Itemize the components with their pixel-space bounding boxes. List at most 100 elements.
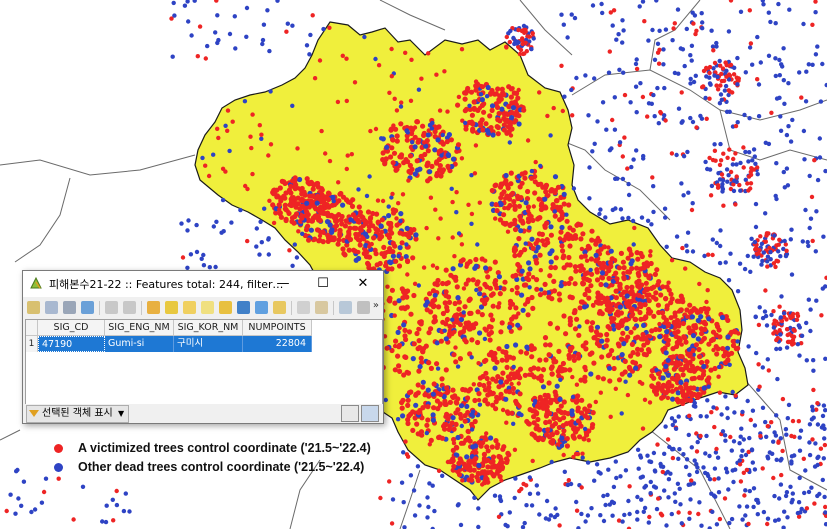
other-dead-point bbox=[559, 224, 565, 231]
victimized-point bbox=[553, 255, 559, 261]
victimized-point bbox=[195, 54, 200, 59]
row-number[interactable]: 1 bbox=[26, 336, 38, 352]
save-icon[interactable] bbox=[63, 301, 76, 314]
other-dead-point bbox=[534, 483, 539, 488]
paste-icon[interactable] bbox=[315, 301, 328, 314]
select-all-icon[interactable] bbox=[147, 301, 160, 314]
victimized-point bbox=[620, 330, 626, 336]
victimized-point bbox=[424, 422, 430, 428]
cell-sig-eng-nm[interactable]: Gumi-si bbox=[105, 336, 174, 352]
victimized-point bbox=[604, 331, 610, 338]
victimized-point bbox=[773, 264, 778, 270]
victimized-point bbox=[493, 202, 499, 208]
column-header-numpoints[interactable]: NUMPOINTS bbox=[243, 320, 312, 336]
other-dead-point bbox=[547, 250, 553, 257]
victimized-point bbox=[690, 356, 696, 362]
victimized-point bbox=[451, 352, 457, 358]
other-dead-point bbox=[214, 219, 219, 224]
other-dead-point bbox=[558, 377, 563, 382]
victimized-point bbox=[454, 319, 461, 325]
form-view-icon[interactable] bbox=[341, 405, 359, 422]
other-dead-point bbox=[676, 106, 682, 111]
other-dead-point bbox=[746, 159, 751, 164]
feature-filter-button[interactable]: 선택된 객체 표시 ▼ bbox=[26, 405, 130, 423]
attribute-table-window[interactable]: 피해본수21-22 :: Features total: 244, filter… bbox=[22, 270, 384, 424]
other-dead-point bbox=[735, 339, 740, 344]
add-feature-icon[interactable] bbox=[105, 301, 118, 314]
move-selection-top-icon[interactable] bbox=[237, 301, 250, 314]
victimized-point bbox=[342, 223, 348, 229]
other-dead-point bbox=[693, 73, 698, 79]
victimized-point bbox=[622, 369, 628, 375]
victimized-point bbox=[504, 220, 509, 226]
reload-icon[interactable] bbox=[81, 301, 94, 314]
other-dead-point bbox=[739, 454, 744, 459]
column-header-sig-eng-nm[interactable]: SIG_ENG_NM bbox=[105, 320, 174, 336]
victimized-point bbox=[335, 99, 341, 105]
other-dead-point bbox=[728, 251, 733, 256]
victimized-point bbox=[621, 265, 627, 271]
victimized-point bbox=[434, 282, 440, 288]
other-dead-point bbox=[755, 34, 760, 40]
other-dead-point bbox=[783, 427, 789, 432]
cell-sig-cd[interactable]: 47190 bbox=[38, 336, 105, 352]
victimized-point bbox=[812, 501, 817, 506]
victimized-point bbox=[455, 102, 461, 108]
maximize-button[interactable]: ☐ bbox=[303, 271, 343, 297]
select-expression-icon[interactable] bbox=[165, 301, 178, 314]
corner-header[interactable] bbox=[26, 320, 38, 336]
table-view-icon[interactable] bbox=[361, 405, 379, 422]
column-header-sig-cd[interactable]: SIG_CD bbox=[38, 320, 105, 336]
victimized-point bbox=[405, 272, 410, 277]
victimized-point bbox=[809, 194, 815, 200]
other-dead-point bbox=[811, 368, 816, 373]
other-dead-point bbox=[709, 491, 714, 496]
victimized-point bbox=[663, 118, 668, 123]
cell-numpoints[interactable]: 22804 bbox=[243, 336, 312, 352]
other-dead-point bbox=[80, 484, 86, 489]
other-dead-point bbox=[725, 406, 730, 411]
other-dead-point bbox=[709, 28, 714, 33]
cell-sig-kor-nm[interactable]: 구미시 bbox=[174, 336, 243, 352]
deselect-icon[interactable] bbox=[201, 301, 214, 314]
zoom-to-selection-icon[interactable] bbox=[273, 301, 286, 314]
victimized-point bbox=[507, 305, 513, 311]
copy-icon[interactable] bbox=[297, 301, 310, 314]
new-field-icon[interactable] bbox=[339, 301, 352, 314]
edit-pencil-icon[interactable] bbox=[27, 301, 40, 314]
other-dead-point bbox=[672, 70, 678, 76]
attribute-grid[interactable]: SIG_CD SIG_ENG_NM SIG_KOR_NM NUMPOINTS 1… bbox=[25, 319, 383, 405]
filter-icon[interactable] bbox=[219, 301, 232, 314]
minimize-button[interactable]: — bbox=[263, 271, 303, 297]
close-button[interactable]: ✕ bbox=[343, 271, 383, 297]
other-dead-point bbox=[712, 142, 717, 147]
victimized-point bbox=[607, 378, 613, 384]
pan-to-selection-icon[interactable] bbox=[255, 301, 268, 314]
other-dead-point bbox=[761, 2, 766, 7]
other-dead-point bbox=[292, 242, 297, 247]
victimized-point bbox=[659, 513, 665, 518]
other-dead-point bbox=[742, 266, 748, 272]
victimized-point bbox=[560, 255, 566, 261]
victimized-point bbox=[493, 378, 499, 384]
column-header-sig-kor-nm[interactable]: SIG_KOR_NM bbox=[174, 320, 243, 336]
invert-selection-icon[interactable] bbox=[183, 301, 196, 314]
victimized-point bbox=[554, 325, 561, 331]
victimized-point bbox=[625, 392, 631, 398]
window-titlebar[interactable]: 피해본수21-22 :: Features total: 244, filter… bbox=[23, 271, 383, 297]
other-dead-point bbox=[760, 405, 766, 410]
multi-edit-icon[interactable] bbox=[45, 301, 58, 314]
other-dead-point bbox=[592, 141, 597, 146]
delete-feature-icon[interactable] bbox=[123, 301, 136, 314]
victimized-point bbox=[443, 293, 449, 299]
victimized-point bbox=[646, 298, 652, 304]
delete-field-icon[interactable] bbox=[357, 301, 370, 314]
victimized-point bbox=[641, 351, 647, 357]
victimized-point bbox=[414, 158, 420, 164]
other-dead-point bbox=[785, 515, 790, 520]
victimized-point bbox=[529, 294, 535, 301]
victimized-point bbox=[784, 327, 790, 332]
victimized-point bbox=[680, 245, 685, 251]
other-dead-point bbox=[492, 365, 498, 371]
toolbar-overflow-button[interactable]: » bbox=[373, 300, 379, 311]
